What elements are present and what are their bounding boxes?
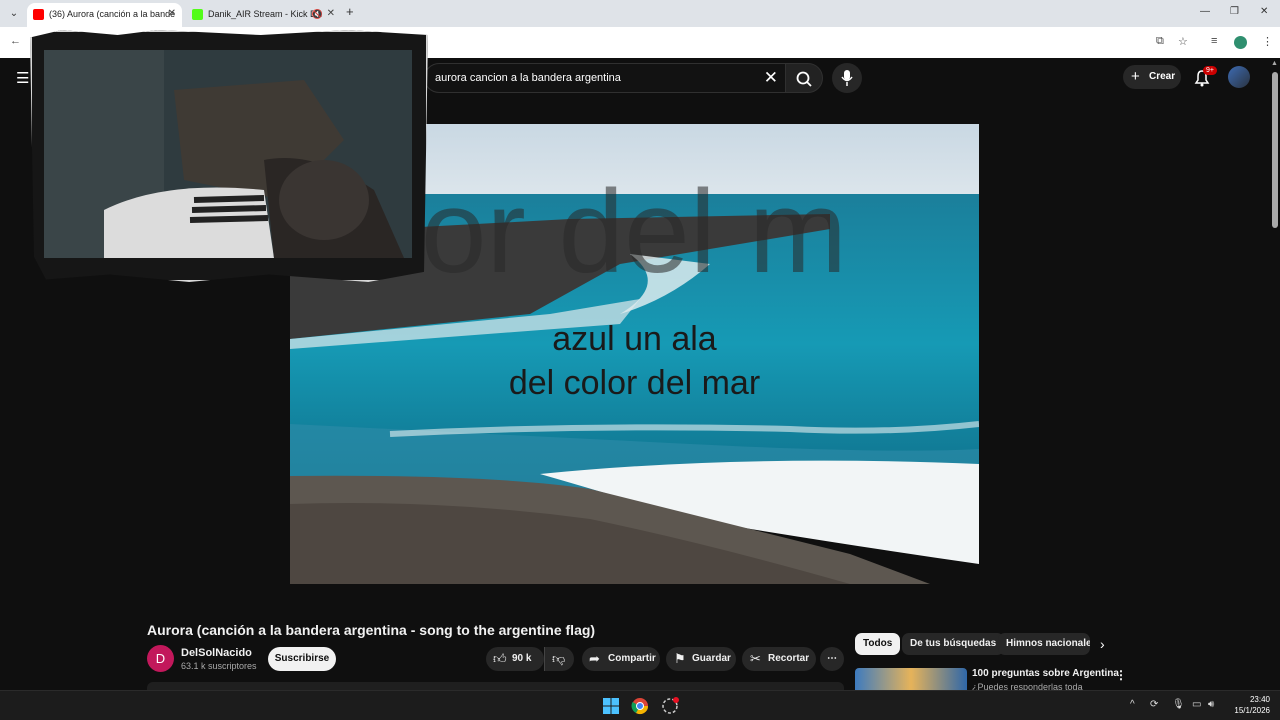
- plus-icon: +: [1131, 68, 1140, 85]
- minimize-button[interactable]: —: [1200, 6, 1210, 17]
- volume-icon[interactable]: 🔊︎: [1208, 699, 1214, 710]
- lyric-line-1: azul un ala: [552, 320, 717, 358]
- chip-all[interactable]: Todos: [855, 633, 901, 655]
- app-icon[interactable]: [661, 697, 679, 715]
- search-button[interactable]: [785, 63, 823, 93]
- mic-tray-icon[interactable]: 🎙︎: [1172, 699, 1185, 710]
- chrome-icon[interactable]: [631, 697, 649, 715]
- more-icon: ⋯: [827, 653, 837, 664]
- recommendation-menu-icon[interactable]: ⋮: [1115, 668, 1127, 682]
- search-query[interactable]: aurora cancion a la bandera argentina: [435, 72, 621, 84]
- recommendation-subtitle: ¿Puedes responderlas toda: [972, 682, 1083, 690]
- clip-button[interactable]: ✂ Recortar: [742, 647, 816, 671]
- description-box[interactable]: [147, 682, 844, 690]
- create-label: Crear: [1149, 71, 1176, 82]
- like-button[interactable]: 👍︎ 90 k: [486, 647, 544, 671]
- scissors-icon: ✂: [750, 651, 761, 666]
- recommendation-title[interactable]: 100 preguntas sobre Argentina: [972, 668, 1119, 679]
- share-button[interactable]: ➦ Compartir: [582, 647, 660, 671]
- dislike-button[interactable]: 👎︎: [544, 647, 574, 671]
- save-button[interactable]: ⚑ Guardar: [666, 647, 736, 671]
- more-actions-button[interactable]: ⋯: [820, 647, 844, 671]
- search-input[interactable]: aurora cancion a la bandera argentina ✕: [424, 63, 786, 93]
- browser-menu-icon[interactable]: ⋮: [1262, 35, 1273, 48]
- clock-date: 15/1/2026: [1234, 706, 1270, 715]
- channel-avatar[interactable]: D: [147, 645, 174, 672]
- subscribe-button[interactable]: Suscribirse: [268, 647, 336, 671]
- tray-chevron-icon[interactable]: ^: [1130, 699, 1135, 710]
- chip-national-anthems[interactable]: Himnos nacionales: [998, 633, 1090, 655]
- clear-search-icon[interactable]: ✕: [764, 68, 778, 88]
- system-clock[interactable]: 23:40 15/1/2026: [1226, 694, 1270, 716]
- chip-from-searches[interactable]: De tus búsquedas: [902, 633, 1005, 655]
- webcam-video: [44, 50, 412, 258]
- microphone-icon: [841, 70, 853, 86]
- video-title: Aurora (canción a la bandera argentina -…: [147, 622, 596, 638]
- thumbs-up-icon: 👍︎: [493, 651, 507, 666]
- page-scrollbar[interactable]: ▲: [1270, 58, 1280, 690]
- sync-icon[interactable]: ⟳: [1150, 699, 1158, 710]
- bookmark-icon: ⚑: [674, 651, 686, 666]
- reading-list-icon[interactable]: ≡: [1211, 35, 1217, 47]
- install-app-icon[interactable]: ⧉: [1156, 35, 1164, 48]
- recommendation-thumbnail[interactable]: [855, 668, 967, 690]
- webcam-overlay: [0, 0, 440, 290]
- channel-subscribers: 63.1 k suscriptores: [181, 661, 257, 671]
- network-icon[interactable]: ▭: [1192, 699, 1201, 710]
- restore-button[interactable]: ❐: [1230, 6, 1239, 17]
- account-avatar[interactable]: [1228, 66, 1250, 88]
- like-count: 90 k: [512, 653, 532, 664]
- share-label: Compartir: [608, 653, 656, 664]
- clock-time: 23:40: [1249, 695, 1270, 704]
- scroll-up-arrow-icon[interactable]: ▲: [1271, 60, 1278, 67]
- voice-search-button[interactable]: [832, 63, 862, 93]
- thumbs-down-icon: 👎︎: [552, 651, 566, 666]
- share-arrow-icon: ➦: [589, 651, 600, 666]
- scrollbar-thumb[interactable]: [1272, 72, 1278, 228]
- channel-name[interactable]: DelSolNacido: [181, 647, 252, 659]
- close-window-button[interactable]: ✕: [1260, 6, 1268, 17]
- notification-badge: 9+: [1203, 66, 1217, 75]
- search-icon: [796, 71, 812, 87]
- clip-label: Recortar: [768, 653, 810, 664]
- profile-avatar-icon[interactable]: [1234, 36, 1247, 49]
- windows-start-icon[interactable]: [602, 697, 620, 715]
- lyric-line-2: del color del mar: [508, 364, 761, 402]
- create-button[interactable]: + Crear: [1123, 65, 1181, 89]
- chevron-right-icon[interactable]: ›: [1100, 636, 1105, 652]
- save-label: Guardar: [692, 653, 731, 664]
- windows-taskbar: ^ ⟳ 🎙︎ ▭ 🔊︎ 23:40 15/1/2026: [0, 690, 1280, 720]
- bookmark-star-icon[interactable]: ☆: [1178, 35, 1188, 48]
